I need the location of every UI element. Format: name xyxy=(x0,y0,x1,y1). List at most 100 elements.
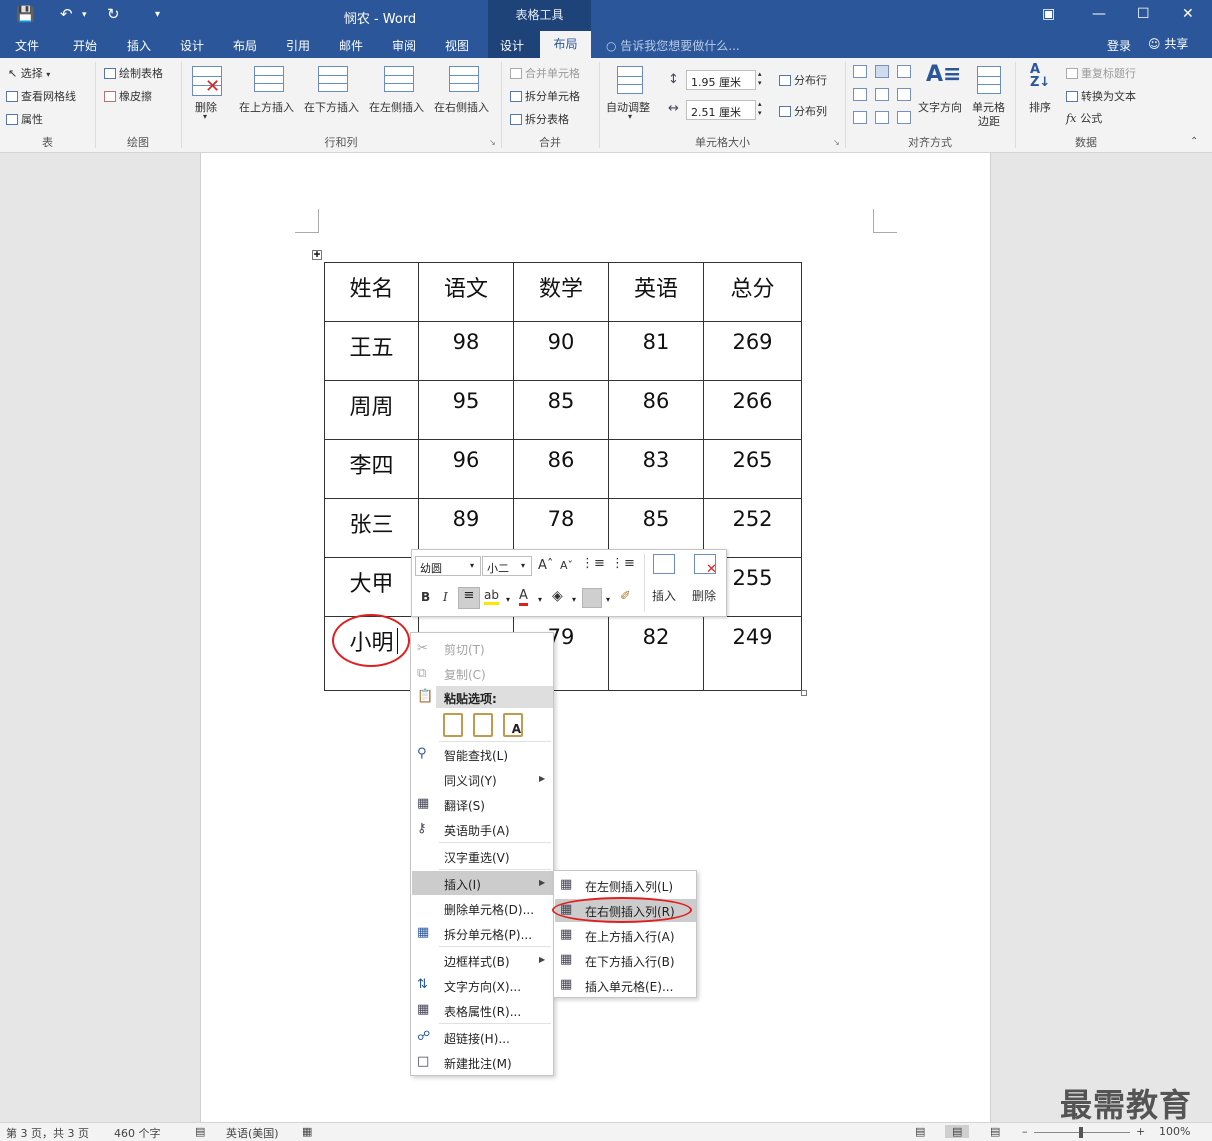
autofit-dropdown-icon[interactable]: ▾ xyxy=(628,112,632,121)
select-button[interactable]: ↖ 选择 ▾ xyxy=(8,65,50,81)
print-layout-icon[interactable]: ▤ xyxy=(945,1125,970,1138)
table-cell[interactable]: 249 xyxy=(703,616,802,691)
table-header-cell[interactable]: 语文 xyxy=(418,262,514,322)
tab-design[interactable]: 设计 xyxy=(180,37,204,54)
table-cell[interactable]: 269 xyxy=(703,321,802,381)
split-table-button[interactable]: 拆分表格 xyxy=(510,111,569,127)
split-cells-button[interactable]: 拆分单元格 xyxy=(510,88,580,104)
insert-right-icon[interactable] xyxy=(449,66,479,92)
tab-page-layout[interactable]: 布局 xyxy=(233,37,257,54)
align-middle-left-icon[interactable] xyxy=(853,88,867,101)
font-color-icon[interactable]: A xyxy=(519,588,528,606)
menu-item-hyperlink[interactable]: 超链接(H)... xyxy=(444,1030,510,1047)
font-color-dropdown-icon[interactable]: ▾ xyxy=(538,595,542,604)
proofing-icon[interactable]: ▤ xyxy=(195,1125,205,1138)
word-count[interactable]: 460 个字 xyxy=(114,1125,161,1141)
submenu-insert-left[interactable]: 在左侧插入列(L) xyxy=(585,878,673,895)
bullets-icon[interactable]: ⋮≡ xyxy=(581,556,605,571)
center-align-button[interactable]: ≡ xyxy=(458,587,480,609)
table-move-handle-icon[interactable]: ✚ xyxy=(312,250,322,260)
cell-margins-icon[interactable] xyxy=(977,66,1001,94)
menu-item-cut[interactable]: 剪切(T) xyxy=(444,641,485,658)
share-button[interactable]: ☺ 共享 xyxy=(1148,35,1188,52)
table-cell[interactable]: 王五 xyxy=(324,321,419,381)
login-button[interactable]: 登录 xyxy=(1107,37,1131,54)
zoom-in-icon[interactable]: + xyxy=(1136,1125,1145,1138)
insert-below-button[interactable]: 在下方插入 xyxy=(304,99,359,115)
insert-below-icon[interactable] xyxy=(318,66,348,92)
properties-button[interactable]: 属性 xyxy=(6,111,43,127)
tab-review[interactable]: 审阅 xyxy=(392,37,416,54)
submenu-insert-cells[interactable]: 插入单元格(E)... xyxy=(585,978,673,995)
highlight-icon[interactable]: ab xyxy=(484,588,499,605)
rows-cols-launcher-icon[interactable]: ↘ xyxy=(489,138,496,147)
zoom-out-icon[interactable]: – xyxy=(1022,1125,1028,1138)
size-dropdown-chevron-icon[interactable]: ▾ xyxy=(521,561,525,570)
menu-item-smart-lookup[interactable]: 智能查找(L) xyxy=(444,747,508,764)
table-header-cell[interactable]: 总分 xyxy=(703,262,802,322)
convert-to-text-button[interactable]: 转换为文本 xyxy=(1066,88,1136,104)
formula-button[interactable]: fx 公式 xyxy=(1066,110,1102,126)
view-gridlines-button[interactable]: 查看网格线 xyxy=(6,88,76,104)
text-direction-icon[interactable]: A≡ xyxy=(926,62,961,87)
align-middle-center-icon[interactable] xyxy=(875,88,889,101)
insert-above-icon[interactable] xyxy=(254,66,284,92)
zoom-level[interactable]: 100% xyxy=(1159,1125,1190,1138)
zoom-slider-thumb[interactable] xyxy=(1079,1127,1083,1138)
shading-icon[interactable]: ◈ xyxy=(552,588,563,604)
submenu-insert-below[interactable]: 在下方插入行(B) xyxy=(585,953,675,970)
borders-dropdown-icon[interactable]: ▾ xyxy=(606,595,610,604)
text-direction-button[interactable]: 文字方向 xyxy=(918,99,962,115)
table-header-cell[interactable]: 英语 xyxy=(608,262,704,322)
table-header-cell[interactable]: 数学 xyxy=(513,262,609,322)
table-cell[interactable]: 81 xyxy=(608,321,704,381)
table-cell[interactable]: 周周 xyxy=(324,380,419,440)
web-layout-icon[interactable]: ▤ xyxy=(990,1125,1000,1138)
tab-view[interactable]: 视图 xyxy=(445,37,469,54)
align-top-left-icon[interactable] xyxy=(853,65,867,78)
language-indicator[interactable]: 英语(美国) xyxy=(226,1125,279,1141)
paste-merge-format-icon[interactable] xyxy=(473,713,493,737)
table-cell[interactable]: 李四 xyxy=(324,439,419,499)
align-top-center-icon[interactable] xyxy=(875,65,889,78)
align-middle-right-icon[interactable] xyxy=(897,88,911,101)
highlight-dropdown-icon[interactable]: ▾ xyxy=(506,595,510,604)
shading-dropdown-icon[interactable]: ▾ xyxy=(572,595,576,604)
close-icon[interactable]: ✕ xyxy=(1182,6,1194,22)
shrink-font-icon[interactable]: Aˇ xyxy=(560,559,573,572)
sort-icon[interactable]: A Z↓ xyxy=(1030,63,1050,89)
delete-dropdown-icon[interactable]: ▾ xyxy=(203,112,207,121)
eraser-button[interactable]: 橡皮擦 xyxy=(104,88,152,104)
insert-left-button[interactable]: 在左侧插入 xyxy=(369,99,424,115)
table-resize-handle[interactable] xyxy=(801,690,807,696)
paste-keep-format-icon[interactable] xyxy=(443,713,463,737)
row-height-spinner-icon[interactable]: ▴ ▾ xyxy=(758,70,762,88)
menu-item-copy[interactable]: 复制(C) xyxy=(444,666,486,683)
paste-text-only-icon[interactable]: A xyxy=(503,713,523,737)
table-cell[interactable]: 张三 xyxy=(324,498,419,558)
menu-item-insert[interactable]: 插入(I) xyxy=(444,876,481,893)
grow-font-icon[interactable]: Aˆ xyxy=(538,558,553,573)
align-top-right-icon[interactable] xyxy=(897,65,911,78)
menu-item-border-styles[interactable]: 边框样式(B) xyxy=(444,953,510,970)
insert-left-icon[interactable] xyxy=(384,66,414,92)
insert-table-icon[interactable] xyxy=(653,554,675,574)
draw-table-button[interactable]: 绘制表格 xyxy=(104,65,163,81)
font-dropdown-chevron-icon[interactable]: ▾ xyxy=(470,561,474,570)
table-cell[interactable]: 83 xyxy=(608,439,704,499)
menu-item-reconvert[interactable]: 汉字重选(V) xyxy=(444,849,510,866)
menu-item-translate[interactable]: 翻译(S) xyxy=(444,797,485,814)
tab-references[interactable]: 引用 xyxy=(286,37,310,54)
italic-button[interactable]: I xyxy=(443,590,448,604)
tab-table-layout[interactable]: 布局 xyxy=(540,31,591,58)
table-cell[interactable]: 96 xyxy=(418,439,514,499)
tell-me-search[interactable]: ○ 告诉我您想要做什么... xyxy=(606,37,740,54)
align-bottom-left-icon[interactable] xyxy=(853,111,867,124)
menu-item-new-comment[interactable]: 新建批注(M) xyxy=(444,1055,512,1072)
table-cell[interactable]: 265 xyxy=(703,439,802,499)
tab-mailings[interactable]: 邮件 xyxy=(339,37,363,54)
distribute-columns-button[interactable]: 分布列 xyxy=(779,103,827,119)
repeat-header-rows-button[interactable]: 重复标题行 xyxy=(1066,65,1136,81)
row-height-input[interactable]: 1.95 厘米 xyxy=(686,70,756,90)
menu-item-table-properties[interactable]: 表格属性(R)... xyxy=(444,1003,521,1020)
